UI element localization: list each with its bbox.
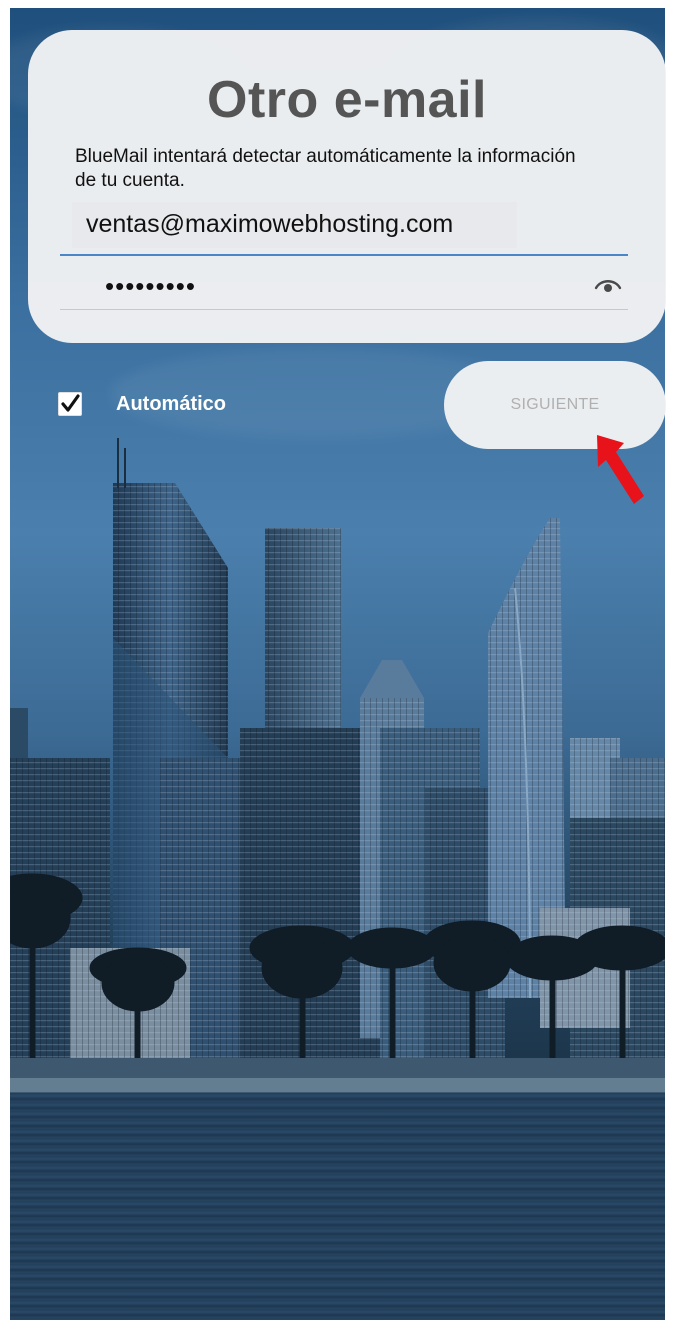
water-background (10, 1093, 665, 1320)
email-value: ventas@maximowebhosting.com (86, 210, 454, 238)
automatic-label: Automático (116, 393, 226, 415)
checkmark-icon (61, 394, 80, 412)
password-value: ••••••••• (105, 271, 196, 301)
red-arrow-annotation-icon (597, 435, 644, 504)
account-setup-card: Otro e-mail BlueMail intentará detectar … (28, 30, 666, 343)
setup-description: BlueMail intentará detectar automáticame… (75, 146, 576, 191)
automatic-checkbox[interactable] (58, 392, 82, 416)
password-field[interactable]: ••••••••• (60, 265, 628, 310)
email-field[interactable]: ventas@maximowebhosting.com (60, 198, 628, 256)
page-title: Otro e-mail (207, 71, 487, 129)
eye-icon[interactable] (594, 275, 622, 295)
city-skyline-background (10, 438, 665, 1138)
